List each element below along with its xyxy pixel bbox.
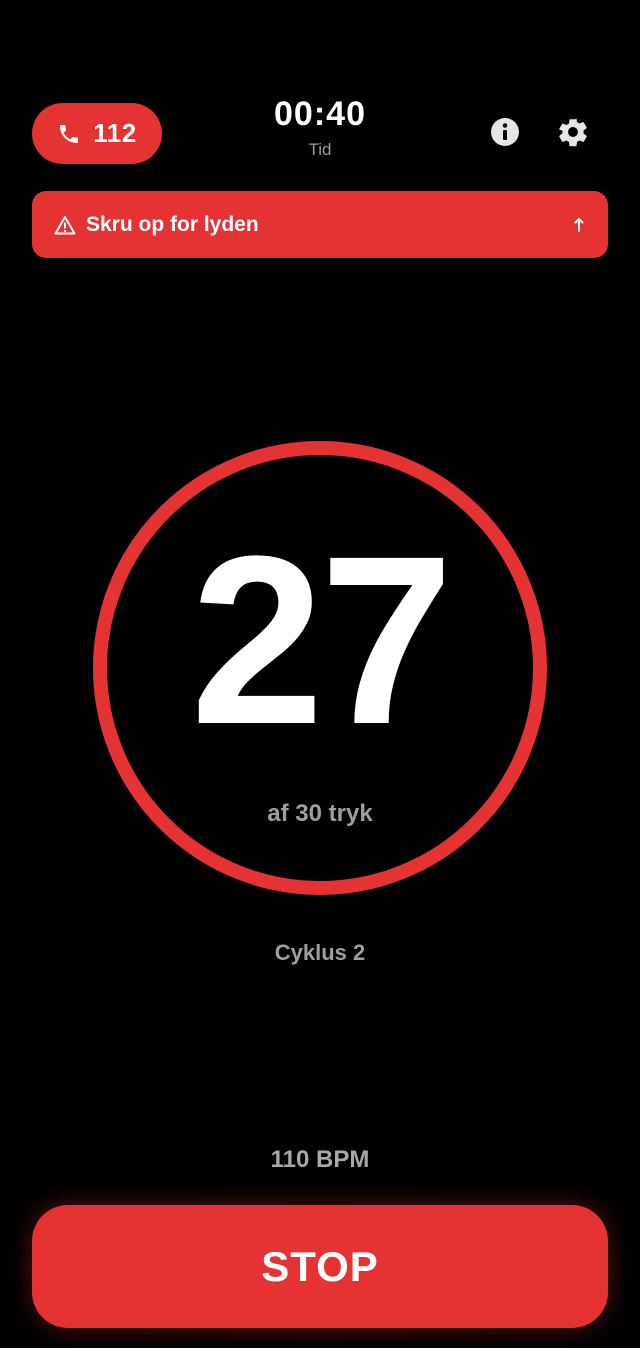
phone-icon (57, 122, 81, 146)
warning-icon (54, 215, 76, 235)
elapsed-timer: 00:40 Tid (220, 92, 420, 160)
info-icon (489, 116, 521, 153)
info-button[interactable] (488, 117, 522, 151)
arrow-up-icon (572, 216, 586, 234)
emergency-call-label: 112 (93, 118, 137, 148)
gear-icon (556, 115, 590, 154)
volume-warning-text: Skru op for lyden (86, 212, 259, 236)
timer-value: 00:40 (274, 95, 366, 133)
timer-label: Tid (308, 140, 332, 159)
cycle-label: Cyklus 2 (274, 940, 366, 965)
volume-warning-banner[interactable]: Skru op for lyden (32, 191, 608, 258)
compression-count: 27 (190, 506, 454, 774)
stop-button-label: STOP (261, 1242, 379, 1290)
stop-button[interactable]: STOP (32, 1205, 608, 1328)
compression-target: af 30 tryk (267, 800, 373, 827)
settings-button[interactable] (556, 117, 590, 151)
emergency-call-button[interactable]: 112 (32, 103, 162, 164)
bpm-label: 110 BPM (270, 1146, 370, 1173)
